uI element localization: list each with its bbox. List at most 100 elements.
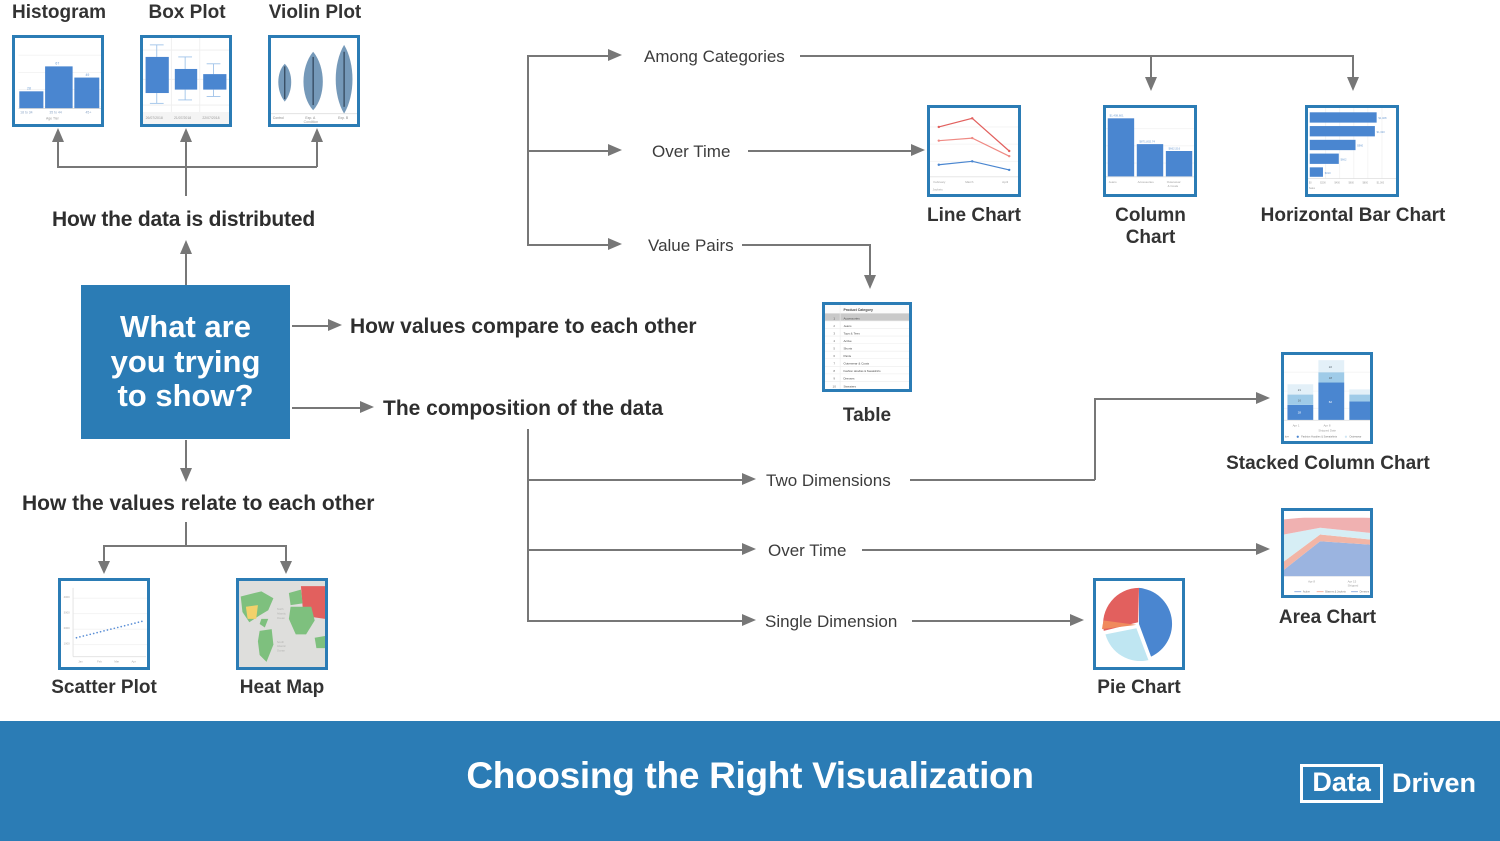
svg-text:21/07/2018: 21/07/2018 xyxy=(174,116,191,120)
svg-text:Ocean: Ocean xyxy=(277,616,286,620)
svg-text:$871,802.74: $871,802.74 xyxy=(1139,139,1155,143)
relate-arrowheads xyxy=(98,561,292,574)
horizontal-bar-chart-thumbnail[interactable]: $1,408 $1,320 $960 $662 $310 $0 $200 $40… xyxy=(1305,105,1399,197)
composition-arrowhead xyxy=(360,401,374,413)
svg-text:Shorts: Shorts xyxy=(843,347,852,351)
svg-text:Control: Control xyxy=(273,116,284,120)
data-driven-logo[interactable]: Data Driven xyxy=(1300,764,1476,804)
question-line-2: you trying xyxy=(110,343,261,379)
svg-text:$800: $800 xyxy=(1363,182,1369,185)
single-dimension-stem xyxy=(527,620,747,622)
svg-text:Dresses: Dresses xyxy=(1360,590,1370,594)
value-pairs-arrowhead xyxy=(608,238,622,250)
svg-text:tive: tive xyxy=(1285,435,1290,439)
center-to-distribution-line xyxy=(185,252,187,286)
svg-text:Apr 8: Apr 8 xyxy=(1308,579,1315,583)
svg-text:April: April xyxy=(1002,180,1008,184)
svg-text:Outerwear & Coats: Outerwear & Coats xyxy=(843,362,869,366)
distribution-arrowheads xyxy=(52,128,323,142)
footer-title: Choosing the Right Visualization xyxy=(466,755,1034,796)
footer-bar: Choosing the Right Visualization Data Dr… xyxy=(0,721,1500,841)
svg-text:Mar: Mar xyxy=(114,660,119,664)
svg-text:Sales: Sales xyxy=(1309,187,1316,190)
logo-driven-word: Driven xyxy=(1391,768,1476,798)
stacked-column-chart-thumbnail[interactable]: 28 16 21 62 18 22 Apr 1 Apr 8 Shipped Da… xyxy=(1281,352,1373,444)
violinplot-thumbnail[interactable]: Control Exp. A Exp. B Condition xyxy=(268,35,360,127)
branch-label-value-pairs: Value Pairs xyxy=(648,236,734,255)
svg-text:$1,000: $1,000 xyxy=(1377,182,1385,185)
central-question-box[interactable]: What are you trying to show? xyxy=(81,285,290,439)
compare-over-time-run xyxy=(748,150,916,152)
svg-text:Apr: Apr xyxy=(132,660,136,664)
svg-text:62: 62 xyxy=(1329,400,1333,404)
line-chart-title: Line Chart xyxy=(927,205,1021,226)
horizontal-bar-chart-title: Horizontal Bar Chart xyxy=(1260,205,1446,226)
stacked-column-chart-title: Stacked Column Chart xyxy=(1226,453,1430,474)
branch-label-single-dimension: Single Dimension xyxy=(765,612,898,631)
composition-over-time-arrowhead xyxy=(742,543,756,555)
composition-trunk xyxy=(527,429,529,622)
relate-stem xyxy=(185,522,187,546)
pie-chart-thumbnail[interactable] xyxy=(1093,578,1185,670)
scatterplot-thumbnail[interactable]: 4000 3000 2000 1000 Jan Feb Mar Apr xyxy=(58,578,150,670)
among-categories-run xyxy=(800,55,1353,57)
svg-text:& Coats: & Coats xyxy=(1168,184,1179,188)
svg-text:18 to 34: 18 to 34 xyxy=(20,111,33,115)
svg-text:Tops & Tees: Tops & Tees xyxy=(843,331,860,335)
svg-text:Active: Active xyxy=(1303,590,1311,594)
stage-label-composition: The composition of the data xyxy=(383,397,664,420)
area-chart-thumbnail[interactable]: Apr 8 Apr 15 Shipped Active Blazers & Ja… xyxy=(1281,508,1373,598)
line-chart-mini-svg: February March April Jackets xyxy=(930,108,1018,194)
violinplot-mini-svg: Control Exp. A Exp. B Condition xyxy=(271,38,357,124)
svg-text:$600: $600 xyxy=(1348,182,1354,185)
distribution-bracket-horizontal xyxy=(57,166,317,168)
svg-text:Active: Active xyxy=(843,339,852,343)
horizontal-bar-chart-mini-svg: $1,408 $1,320 $960 $662 $310 $0 $200 $40… xyxy=(1308,108,1396,194)
question-line-3: to show? xyxy=(117,378,254,414)
table-title: Table xyxy=(842,405,892,426)
value-pairs-arrowhead-down xyxy=(864,275,876,289)
svg-text:10: 10 xyxy=(833,384,837,388)
svg-text:28: 28 xyxy=(1298,410,1302,414)
distribution-label-stem xyxy=(185,166,187,196)
svg-text:Apr 8: Apr 8 xyxy=(1324,423,1331,427)
heatmap-thumbnail[interactable]: North Atlantic Ocean South Atlantic Ocea… xyxy=(236,578,328,670)
svg-text:Shipped: Shipped xyxy=(1348,584,1359,588)
histogram-thumbnail[interactable]: 18 to 34 35 to 44 45+ Age Tier 28 67 49 xyxy=(12,35,104,127)
line-chart-thumbnail[interactable]: February March April Jackets xyxy=(927,105,1021,197)
svg-text:$1,408,601: $1,408,601 xyxy=(1110,114,1124,118)
svg-text:Accessories: Accessories xyxy=(843,316,860,320)
svg-text:Condition: Condition xyxy=(304,120,319,124)
svg-text:$662: $662 xyxy=(1341,157,1347,161)
svg-text:$662,516: $662,516 xyxy=(1168,146,1180,150)
svg-text:49: 49 xyxy=(86,73,90,77)
svg-text:Atlantic: Atlantic xyxy=(277,644,287,648)
svg-text:Shipped Date: Shipped Date xyxy=(1318,429,1336,433)
svg-text:18: 18 xyxy=(1329,376,1333,380)
svg-text:North: North xyxy=(277,607,284,611)
violinplot-title: Violin Plot xyxy=(268,2,362,23)
boxplot-title: Box Plot xyxy=(148,2,226,23)
relate-bracket-horizontal xyxy=(103,545,287,547)
svg-text:26/07/2018: 26/07/2018 xyxy=(146,116,163,120)
single-dimension-arrowhead-2 xyxy=(1070,614,1084,626)
svg-text:February: February xyxy=(934,180,946,184)
svg-text:21: 21 xyxy=(1298,388,1302,392)
center-to-relate-arrowhead xyxy=(180,468,192,482)
boxplot-thumbnail[interactable]: 26/07/2018 21/07/2018 22/07/2018 xyxy=(140,35,232,127)
two-dimensions-arrowhead-2 xyxy=(1256,392,1270,404)
svg-text:Accessories: Accessories xyxy=(1138,180,1155,184)
compare-connector-line xyxy=(292,325,330,327)
svg-text:45+: 45+ xyxy=(86,111,92,115)
column-chart-thumbnail[interactable]: $1,408,601 $871,802.74 $662,516 Jeans Ac… xyxy=(1103,105,1197,197)
composition-over-time-arrowhead-2 xyxy=(1256,543,1270,555)
svg-text:Fashion Hoodies & Sweatshirts: Fashion Hoodies & Sweatshirts xyxy=(1301,435,1338,439)
svg-text:South: South xyxy=(277,640,285,644)
infographic-canvas: 18 to 34 35 to 44 45+ Age Tier 28 67 49 … xyxy=(0,0,1500,841)
table-thumbnail[interactable]: Product Category 1 Accessories 2 Jeans 3… xyxy=(822,302,912,392)
two-dimensions-arrowhead xyxy=(742,473,756,485)
svg-text:1000: 1000 xyxy=(64,642,71,646)
scatterplot-title: Scatter Plot xyxy=(51,677,157,698)
svg-text:$1,408: $1,408 xyxy=(1378,116,1387,120)
two-dimensions-run-2 xyxy=(1094,398,1262,400)
